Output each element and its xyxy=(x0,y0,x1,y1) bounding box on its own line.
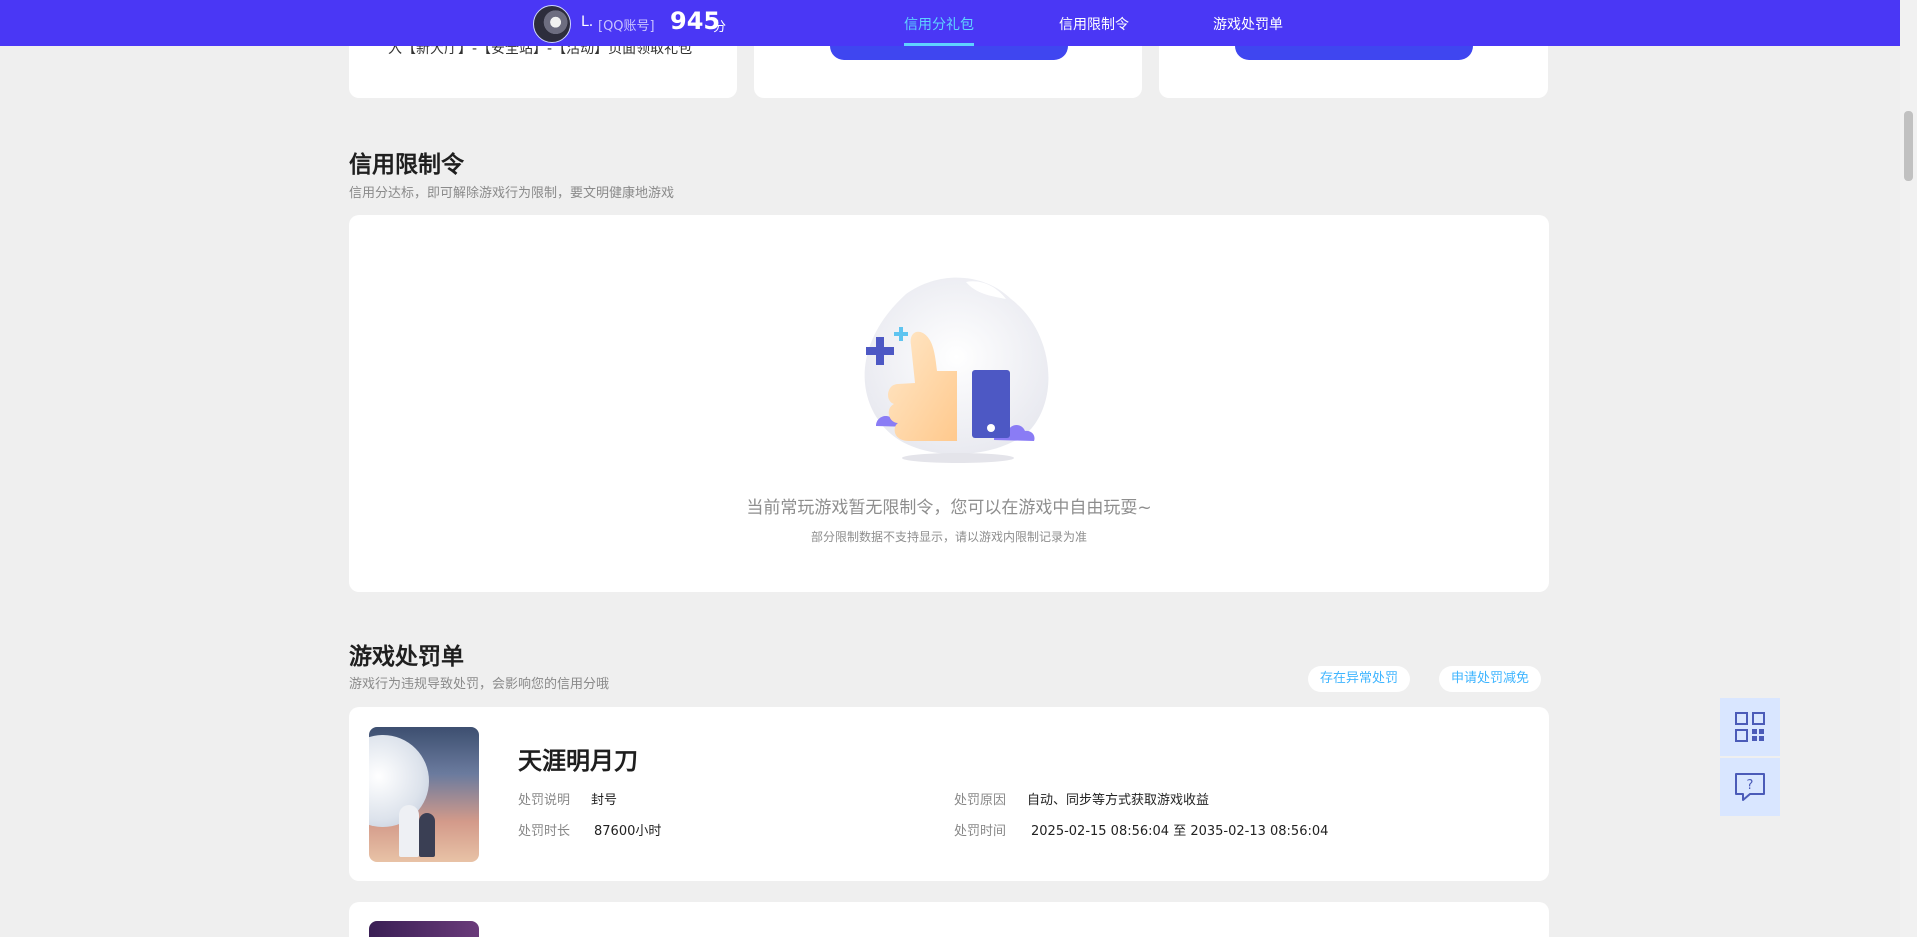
tab-game-penalty[interactable]: 游戏处罚单 xyxy=(1213,14,1283,34)
scrollbar-thumb[interactable] xyxy=(1904,111,1913,181)
thumbs-up-icon xyxy=(864,277,1049,463)
qr-code-icon xyxy=(1735,712,1765,742)
gift-claim-button[interactable] xyxy=(1235,46,1473,60)
credit-score-unit: 分 xyxy=(713,20,727,35)
tab-credit-gift[interactable]: 信用分礼包 xyxy=(904,14,974,34)
tab-credit-restriction[interactable]: 信用限制令 xyxy=(1059,14,1129,34)
gift-claim-button[interactable] xyxy=(830,46,1068,60)
report-abnormal-penalty-button[interactable]: 存在异常处罚 xyxy=(1308,666,1411,692)
user-avatar[interactable] xyxy=(533,5,571,43)
apply-penalty-reduction-button[interactable]: 申请处罚减免 xyxy=(1439,666,1542,692)
penalty-duration-value: 87600小时 xyxy=(594,824,662,839)
penalty-section-subtitle: 游戏行为违规导致处罚，会影响您的信用分哦 xyxy=(349,677,610,692)
qr-code-button[interactable] xyxy=(1720,698,1780,756)
penalty-duration-label: 处罚时长 xyxy=(518,824,571,839)
penalty-section-title: 游戏处罚单 xyxy=(349,644,464,670)
penalty-record-card xyxy=(349,902,1549,937)
penalty-time-label: 处罚时间 xyxy=(954,824,1007,839)
penalty-desc-value: 封号 xyxy=(591,793,618,808)
restriction-section-subtitle: 信用分达标，即可解除游戏行为限制，要文明健康地游戏 xyxy=(349,186,675,201)
game-cover-image xyxy=(369,727,479,862)
restriction-empty-message: 当前常玩游戏暂无限制令，您可以在游戏中自由玩耍~ xyxy=(746,498,1152,518)
penalty-reason-value: 自动、同步等方式获取游戏收益 xyxy=(1027,793,1210,808)
user-name: L. xyxy=(581,14,594,30)
active-tab-indicator xyxy=(904,43,974,46)
penalty-game-name: 天涯明月刀 xyxy=(518,747,638,775)
penalty-reason-label: 处罚原因 xyxy=(954,793,1007,808)
restriction-section-title: 信用限制令 xyxy=(349,152,464,178)
help-chat-icon: ? xyxy=(1735,773,1765,801)
penalty-time-value: 2025-02-15 08:56:04 至 2035-02-13 08:56:0… xyxy=(1031,824,1329,839)
penalty-desc-label: 处罚说明 xyxy=(518,793,571,808)
game-cover-image xyxy=(369,921,479,937)
account-type: [QQ账号] xyxy=(598,19,655,34)
restriction-empty-note: 部分限制数据不支持显示，请以游戏内限制记录为准 xyxy=(810,530,1087,544)
help-button[interactable]: ? xyxy=(1720,758,1780,816)
top-nav-bar: L. [QQ账号] 945 分 信用分礼包 信用限制令 游戏处罚单 xyxy=(0,0,1900,46)
svg-text:?: ? xyxy=(1747,778,1754,793)
